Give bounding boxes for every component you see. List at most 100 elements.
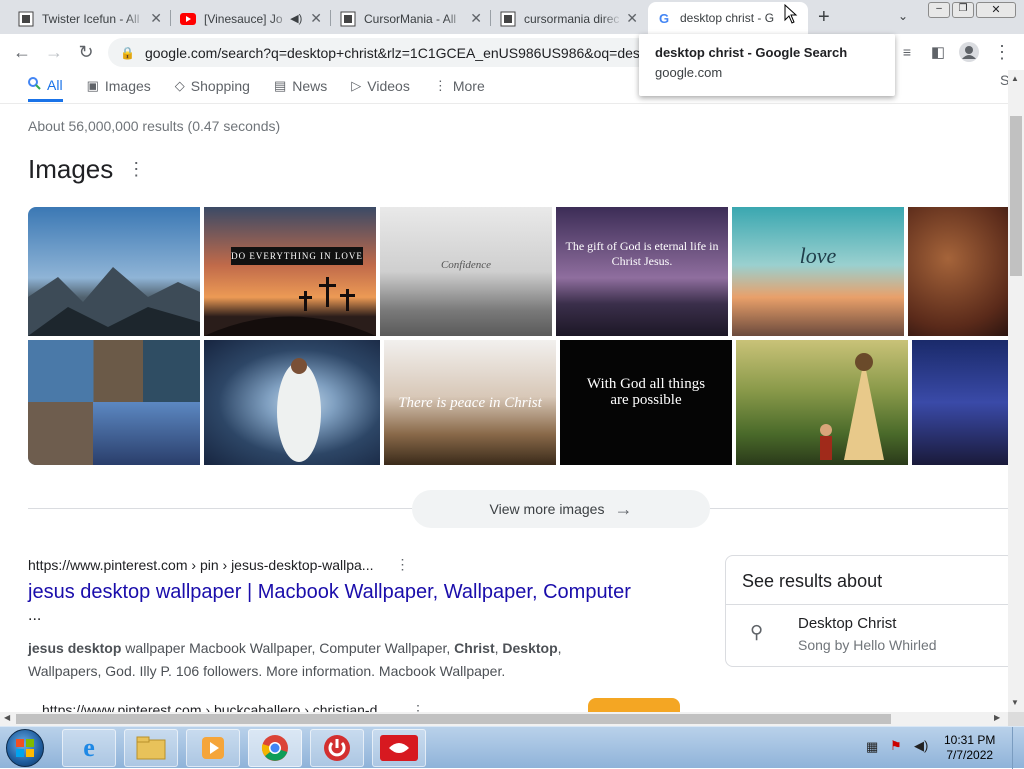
- forward-arrow-icon[interactable]: →: [42, 40, 66, 64]
- search-icon: ⚲: [750, 622, 764, 642]
- restore-button[interactable]: ❐: [952, 2, 974, 18]
- play-icon: ▷: [351, 78, 362, 93]
- view-more-images-button[interactable]: View more images →: [412, 490, 710, 528]
- result-stats: About 56,000,000 results (0.47 seconds): [28, 118, 281, 134]
- reload-icon[interactable]: ↻: [74, 40, 98, 64]
- image-thumb[interactable]: [204, 340, 380, 465]
- windows-logo-icon: [16, 739, 34, 757]
- vertical-scrollbar[interactable]: ▲ ▼: [1008, 70, 1024, 712]
- red-app-icon[interactable]: [372, 729, 426, 767]
- search-icon: [28, 76, 41, 93]
- action-center-flag-icon[interactable]: ⚑: [890, 738, 902, 754]
- image-thumb[interactable]: DO EVERYTHING IN LOVE: [204, 207, 376, 336]
- tab-videos[interactable]: ▷ Videos: [351, 70, 410, 102]
- scroll-right-arrow[interactable]: ▶: [994, 713, 1000, 722]
- tab-search-icon[interactable]: ⌄: [898, 9, 908, 23]
- search-results-page: All ▣ Images ◇ Shopping ▤ News ▷ Videos ⋮ Mor…: [0, 70, 1008, 712]
- system-clock[interactable]: 10:31 PM 7/7/2022: [944, 733, 995, 763]
- volume-icon[interactable]: ◀): [914, 738, 928, 754]
- image-thumb[interactable]: love: [732, 207, 904, 336]
- more-options-icon[interactable]: ⋮: [411, 702, 425, 712]
- image-thumb[interactable]: The gift of God is eternal life in Chris…: [556, 207, 728, 336]
- speaker-icon[interactable]: ◀): [290, 12, 302, 25]
- image-thumb[interactable]: [912, 340, 1008, 465]
- tab-cursormania[interactable]: CursorMania - All ✕: [332, 3, 490, 34]
- images-heading: Images ⋮: [28, 154, 146, 184]
- cursor-site-icon: [340, 11, 356, 27]
- google-icon: G: [658, 10, 670, 26]
- result-thumbnail[interactable]: [588, 698, 680, 712]
- playlist-icon[interactable]: ≡: [895, 40, 919, 64]
- image-icon: ▣: [86, 78, 99, 93]
- show-desktop-button[interactable]: [1012, 727, 1024, 769]
- horizontal-scrollbar[interactable]: ◀ ▶: [0, 712, 1008, 726]
- more-options-icon[interactable]: ⋮: [395, 556, 409, 573]
- arrow-right-icon: →: [614, 498, 633, 519]
- close-tab-icon[interactable]: ✕: [626, 10, 638, 27]
- image-thumb[interactable]: [736, 340, 908, 465]
- image-thumb[interactable]: [28, 207, 200, 336]
- lock-icon[interactable]: 🔒: [120, 46, 135, 60]
- close-tab-icon[interactable]: ✕: [470, 10, 482, 27]
- address-url: google.com/search?q=desktop+christ&rlz=1…: [144, 44, 647, 61]
- menu-kebab-icon[interactable]: ⋮: [990, 40, 1014, 64]
- next-result-cite: https://www.pinterest.com › buckcaballer…: [42, 702, 425, 712]
- power-app-icon[interactable]: [310, 729, 364, 767]
- back-arrow-icon[interactable]: ←: [10, 40, 34, 64]
- tab-images[interactable]: ▣ Images: [87, 70, 151, 102]
- result-title-ellipsis: ...: [28, 607, 42, 624]
- side-panel-icon[interactable]: ◧: [926, 40, 950, 64]
- cursor-site-icon: [500, 11, 516, 27]
- result-snippet: jesus desktop wallpaper Macbook Wallpape…: [28, 640, 562, 679]
- image-thumb[interactable]: With God all things are possible: [560, 340, 732, 465]
- tab-all[interactable]: All: [28, 70, 63, 102]
- chrome-icon[interactable]: [248, 729, 302, 767]
- close-tab-icon[interactable]: ✕: [150, 10, 162, 27]
- image-thumb[interactable]: There is peace in Christ: [384, 340, 556, 465]
- tab-twister-icefun[interactable]: Twister Icefun - All ✕: [10, 3, 170, 34]
- tab-strip: Twister Icefun - All ✕ [Vinesauce] Jo ◀)…: [0, 0, 1024, 34]
- result-title-link[interactable]: jesus desktop wallpaper | Macbook Wallpa…: [28, 581, 631, 604]
- new-tab-button[interactable]: +: [818, 6, 830, 29]
- kp-entity-name[interactable]: Desktop Christ: [798, 615, 896, 632]
- vertical-scroll-thumb[interactable]: [1010, 116, 1022, 276]
- scroll-down-arrow[interactable]: ▼: [1011, 698, 1019, 707]
- profile-avatar-icon[interactable]: [957, 40, 981, 64]
- more-icon: ⋮: [433, 78, 447, 93]
- more-options-icon[interactable]: ⋮: [127, 159, 145, 180]
- hover-card-title: desktop christ - Google Search: [655, 45, 848, 60]
- tab-news[interactable]: ▤ News: [274, 70, 327, 102]
- news-icon: ▤: [273, 78, 287, 93]
- tab-vinesauce[interactable]: [Vinesauce] Jo ◀) ✕: [172, 3, 330, 34]
- tab-title: cursormania direc: [524, 11, 620, 26]
- tab-title: [Vinesauce] Jo: [204, 11, 283, 26]
- internet-explorer-icon[interactable]: e: [62, 729, 116, 767]
- tab-title: CursorMania - All: [364, 11, 457, 26]
- network-tray-icon[interactable]: ▦: [866, 739, 878, 755]
- image-thumb[interactable]: [28, 340, 200, 465]
- tools-link-cut[interactable]: S: [1000, 72, 1008, 88]
- tab-cursormania-directory[interactable]: cursormania direc ✕: [492, 3, 646, 34]
- horizontal-scroll-thumb[interactable]: [16, 714, 891, 724]
- kp-header: See results about: [742, 571, 883, 591]
- result-cite: https://www.pinterest.com › pin › jesus-…: [28, 556, 410, 573]
- tab-title: Twister Icefun - All: [42, 11, 140, 26]
- windows-taskbar: e ▦ ⚑ ◀) 10:31 PM 7/7/2022: [0, 726, 1024, 769]
- knowledge-panel: See results about ⚲ Desktop Christ Song …: [725, 555, 1008, 667]
- scroll-left-arrow[interactable]: ◀: [4, 713, 10, 722]
- minimize-button[interactable]: –: [928, 2, 950, 18]
- start-button[interactable]: [6, 729, 44, 767]
- youtube-icon: [180, 11, 196, 27]
- tab-shopping[interactable]: ◇ Shopping: [175, 70, 250, 102]
- scroll-up-arrow[interactable]: ▲: [1011, 74, 1019, 83]
- tab-title: desktop christ - G: [680, 11, 775, 25]
- media-player-icon[interactable]: [186, 729, 240, 767]
- image-thumb[interactable]: Confidence: [380, 207, 552, 336]
- tab-more[interactable]: ⋮ More: [434, 70, 485, 102]
- close-tab-icon[interactable]: ✕: [310, 10, 322, 27]
- image-thumb[interactable]: [908, 207, 1008, 336]
- close-window-button[interactable]: ✕: [976, 2, 1016, 18]
- file-explorer-icon[interactable]: [124, 729, 178, 767]
- tag-icon: ◇: [174, 78, 185, 93]
- mouse-cursor-icon: [784, 3, 798, 29]
